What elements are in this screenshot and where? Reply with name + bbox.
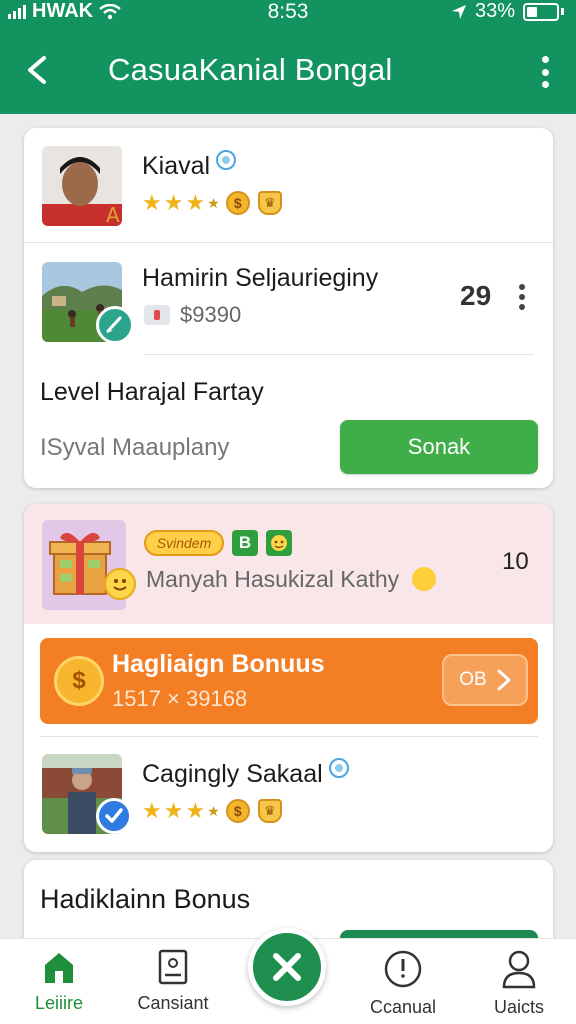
- battery-percent: 33%: [474, 0, 515, 22]
- rating-stars: ★ ★ ★ ★ $ ♛: [142, 798, 282, 824]
- overflow-menu-button[interactable]: [540, 56, 550, 88]
- status-right: 33%: [451, 0, 564, 23]
- coin-icon: $: [225, 799, 250, 823]
- sun-emoji-icon: [411, 567, 436, 591]
- more-options-button[interactable]: [518, 284, 526, 310]
- nav-label: Ccanual: [369, 997, 437, 1017]
- nav-ccanual[interactable]: Ccanual: [348, 949, 458, 1018]
- promo-description: Manyah Hasukizal Kathy: [146, 566, 436, 593]
- price-row: $9390: [144, 302, 241, 328]
- emoji-badge-icon: [266, 530, 292, 556]
- bonus-claim-button[interactable]: OB: [442, 654, 528, 706]
- bonus-subtitle: 1517 × 39168: [112, 686, 248, 711]
- chevron-right-icon: [497, 669, 511, 691]
- battery-icon: [523, 2, 559, 21]
- person-photo-icon: A: [42, 146, 122, 226]
- player-card: A Kiaval ★ ★ ★ ★ $ ♛ Hamirin Seljaurieginy …: [24, 128, 553, 488]
- svindem-tag[interactable]: Svindem: [144, 530, 224, 556]
- dollar-coin-icon: $: [54, 656, 104, 706]
- status-bar: HWAK 8:53 33%: [0, 0, 576, 26]
- back-button[interactable]: [20, 50, 56, 90]
- trophy-icon: ♛: [257, 799, 282, 823]
- verified-icon: [216, 150, 237, 170]
- smile-emoji-icon: [104, 568, 136, 600]
- avatar[interactable]: A: [42, 146, 122, 226]
- close-icon: [273, 953, 301, 981]
- user-name[interactable]: Kiaval: [142, 150, 237, 181]
- divider: [144, 354, 534, 355]
- user-name-text: Cagingly Sakaal: [142, 760, 323, 788]
- star-small-icon: ★: [207, 802, 220, 819]
- star-icon: ★: [142, 190, 162, 215]
- star-icon: ★: [185, 798, 206, 823]
- person-icon: [502, 950, 536, 989]
- coin-icon: $: [225, 191, 250, 215]
- b-badge: B: [232, 530, 258, 556]
- bonus-card: Svindem B Manyah Hasukizal Kathy 10 $ Ha…: [24, 504, 553, 852]
- pencil-badge-icon: [96, 306, 134, 344]
- page-title: CasuaKanial Bongal: [108, 52, 393, 87]
- star-icon: ★: [185, 190, 206, 215]
- nav-label: Cansiant: [137, 993, 209, 1013]
- nav-cansiant[interactable]: Cansiant: [118, 949, 228, 1014]
- star-small-icon: ★: [207, 194, 220, 211]
- level-title: Level Harajal Fartay: [40, 378, 264, 406]
- divider: [24, 242, 553, 243]
- price-value: $9390: [180, 302, 242, 327]
- nav-label: Uaicts: [493, 997, 544, 1017]
- nav-uaicts[interactable]: Uaicts: [464, 949, 574, 1018]
- rating-stars: ★ ★ ★ ★ $ ♛: [142, 190, 282, 216]
- card-icon: [144, 305, 170, 325]
- level-subtitle: ISyval Maauplany: [40, 434, 230, 461]
- promo-description-text: Manyah Hasukizal Kathy: [146, 566, 400, 592]
- bonus-title: Hagliaign Bonuus: [112, 650, 325, 678]
- bonus-button-label: OB: [459, 669, 487, 690]
- trophy-icon: ♛: [257, 191, 282, 215]
- nav-label: Leiiire: [34, 993, 84, 1013]
- battery-nub: [561, 8, 564, 15]
- center-close-button[interactable]: [248, 928, 326, 1006]
- star-icon: ★: [142, 798, 162, 823]
- svg-text:A: A: [106, 203, 120, 226]
- player-count: 29: [460, 280, 492, 311]
- check-badge-icon: [96, 798, 132, 834]
- verified-icon: [328, 758, 349, 778]
- divider: [40, 736, 538, 737]
- user-name[interactable]: Cagingly Sakaal: [142, 758, 349, 789]
- star-icon: ★: [163, 190, 184, 215]
- tablet-icon: [158, 949, 188, 985]
- sonak-button[interactable]: Sonak: [340, 420, 538, 474]
- app-header: HWAK 8:53 33% CasuaKanial Bongal: [0, 0, 576, 114]
- game-name[interactable]: Hamirin Seljaurieginy: [142, 264, 378, 293]
- home-icon: [45, 953, 73, 983]
- nav-home[interactable]: Leiiire: [4, 949, 114, 1014]
- star-icon: ★: [163, 798, 184, 823]
- chevron-left-icon: [28, 56, 46, 84]
- section-title: Hadiklainn Bonus: [40, 884, 251, 914]
- promo-count: 10: [502, 548, 529, 575]
- user-name-text: Kiaval: [142, 152, 211, 180]
- clock-icon: [384, 950, 422, 988]
- location-icon: [451, 4, 466, 19]
- bonus-banner[interactable]: $ Hagliaign Bonuus 1517 × 39168 OB: [40, 638, 538, 724]
